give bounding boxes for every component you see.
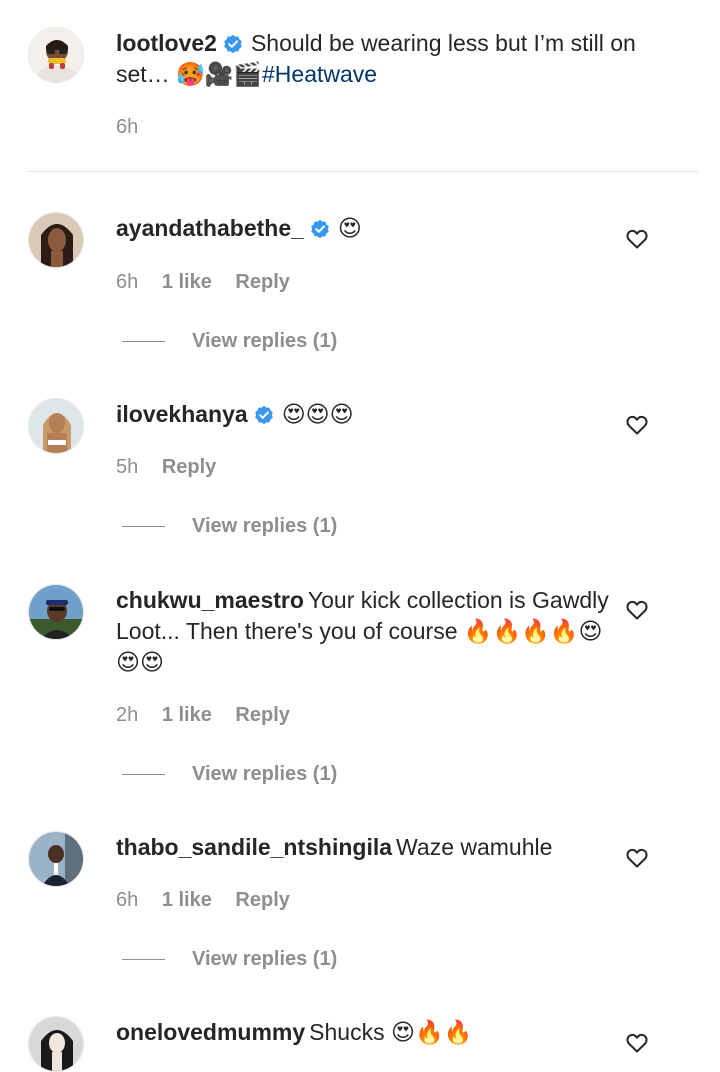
replies-divider-line bbox=[122, 959, 165, 960]
reply-button[interactable]: Reply bbox=[235, 268, 289, 296]
comment-username[interactable]: ilovekhanya bbox=[116, 401, 248, 427]
avatar-ayandathabethe[interactable] bbox=[28, 212, 84, 268]
comment-text: onelovedmummy Shucks 😍🔥🔥 bbox=[116, 1017, 621, 1048]
comment-username[interactable]: thabo_sandile_ntshingila bbox=[116, 834, 392, 860]
comment-timestamp: 5h bbox=[116, 456, 139, 478]
comment-username[interactable]: ayandathabethe_ bbox=[116, 215, 304, 241]
avatar-lootlove2[interactable] bbox=[28, 27, 84, 83]
heart-outline-icon[interactable] bbox=[625, 598, 649, 622]
comment-body: Waze wamuhle bbox=[396, 834, 553, 860]
avatar-thabo-sandile-ntshingila[interactable] bbox=[28, 831, 84, 887]
comment-body: Shucks 😍🔥🔥 bbox=[309, 1019, 473, 1045]
comment-timestamp: 6h bbox=[116, 271, 139, 293]
view-replies-button[interactable]: View replies (1) bbox=[122, 948, 337, 976]
comment-timestamp: 6h bbox=[116, 889, 139, 911]
heart-outline-icon[interactable] bbox=[625, 227, 649, 251]
heart-outline-icon[interactable] bbox=[625, 1031, 649, 1055]
avatar-ilovekhanya[interactable] bbox=[28, 398, 84, 454]
comment-meta: 5h Reply bbox=[116, 453, 234, 481]
caption-username[interactable]: lootlove2 bbox=[116, 30, 217, 56]
caption-divider bbox=[28, 171, 698, 172]
caption-text: lootlove2 Should be wearing less but I’m … bbox=[116, 28, 676, 90]
view-replies-label[interactable]: View replies (1) bbox=[192, 948, 337, 971]
comment-text: chukwu_maestro Your kick collection is Ga… bbox=[116, 585, 621, 678]
comment-body: 😍😍😍 bbox=[281, 401, 354, 427]
comment-body: 😍 bbox=[337, 215, 362, 241]
comment-meta: 6h 1 like Reply bbox=[116, 886, 308, 914]
reply-button[interactable]: Reply bbox=[235, 886, 289, 914]
view-replies-label[interactable]: View replies (1) bbox=[192, 763, 337, 786]
replies-divider-line bbox=[122, 341, 165, 342]
reply-button[interactable]: Reply bbox=[162, 453, 216, 481]
comment-text: ilovekhanya 😍😍😍 bbox=[116, 399, 621, 430]
avatar-chukwu-maestro[interactable] bbox=[28, 584, 84, 640]
view-replies-button[interactable]: View replies (1) bbox=[122, 515, 337, 543]
view-replies-label[interactable]: View replies (1) bbox=[192, 330, 337, 353]
comments-screen: lootlove2 Should be wearing less but I’m … bbox=[0, 0, 720, 1072]
comment-meta: 2h 1 like Reply bbox=[116, 701, 308, 729]
caption-timestamp: 6h bbox=[116, 116, 139, 138]
hashtag-link[interactable]: #Heatwave bbox=[262, 61, 377, 87]
comment-item: ilovekhanya 😍😍😍 5h Reply View replies (1) bbox=[0, 398, 720, 568]
comment-meta: 6h 1 like Reply bbox=[116, 268, 308, 296]
heart-outline-icon[interactable] bbox=[625, 413, 649, 437]
verified-badge-icon bbox=[223, 34, 243, 54]
comment-item: thabo_sandile_ntshingila Waze wamuhle 6h … bbox=[0, 831, 720, 1001]
comment-item: chukwu_maestro Your kick collection is Ga… bbox=[0, 584, 720, 804]
heart-outline-icon[interactable] bbox=[625, 846, 649, 870]
avatar-onelovedmummy[interactable] bbox=[28, 1016, 84, 1072]
view-replies-button[interactable]: View replies (1) bbox=[122, 763, 337, 791]
comment-username[interactable]: chukwu_maestro bbox=[116, 587, 304, 613]
reply-button[interactable]: Reply bbox=[235, 701, 289, 729]
comment-item: onelovedmummy Shucks 😍🔥🔥 bbox=[0, 1016, 720, 1072]
like-count[interactable]: 1 like bbox=[162, 268, 212, 296]
view-replies-label[interactable]: View replies (1) bbox=[192, 515, 337, 538]
comment-text: ayandathabethe_ 😍 bbox=[116, 213, 621, 244]
like-count[interactable]: 1 like bbox=[162, 886, 212, 914]
verified-badge-icon bbox=[310, 219, 330, 239]
replies-divider-line bbox=[122, 774, 165, 775]
comment-timestamp: 2h bbox=[116, 704, 139, 726]
comment-text: thabo_sandile_ntshingila Waze wamuhle bbox=[116, 832, 621, 863]
post-caption: lootlove2 Should be wearing less but I’m … bbox=[0, 0, 720, 172]
view-replies-button[interactable]: View replies (1) bbox=[122, 330, 337, 358]
replies-divider-line bbox=[122, 526, 165, 527]
comment-item: ayandathabethe_ 😍 6h 1 like Reply View re… bbox=[0, 212, 720, 382]
verified-badge-icon bbox=[254, 405, 274, 425]
caption-meta: 6h bbox=[116, 113, 156, 141]
comment-username[interactable]: onelovedmummy bbox=[116, 1019, 305, 1045]
like-count[interactable]: 1 like bbox=[162, 701, 212, 729]
